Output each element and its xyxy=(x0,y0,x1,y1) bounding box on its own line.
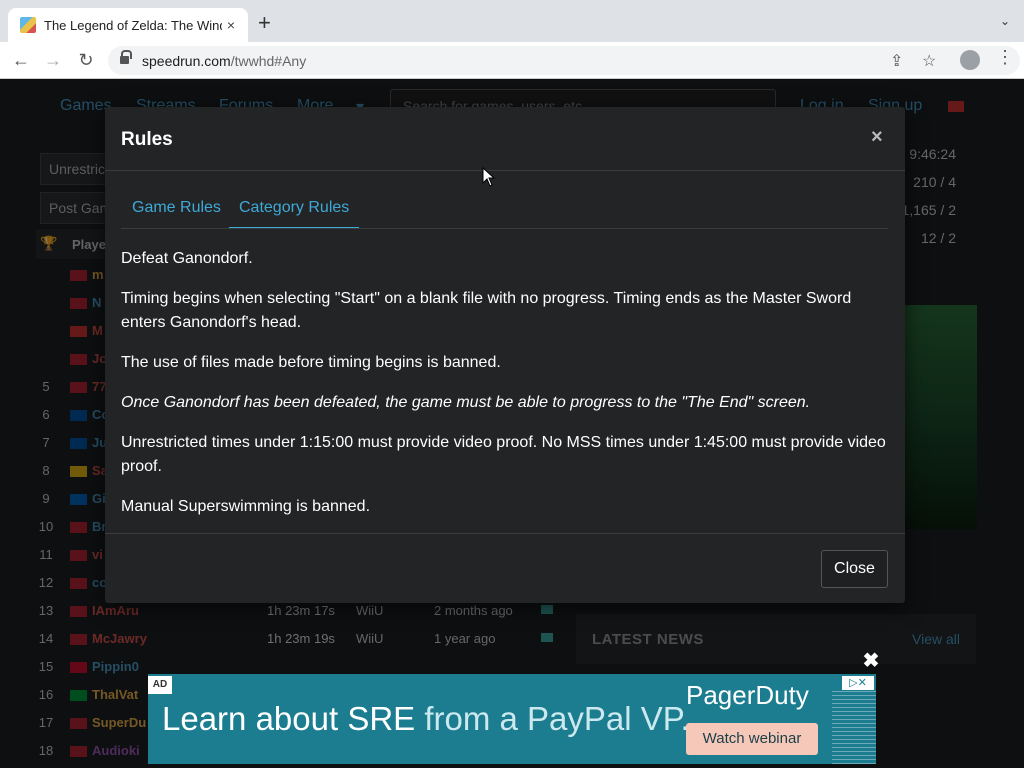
reload-icon[interactable]: ↻ xyxy=(75,49,97,71)
rules-tabs: Game Rules Category Rules xyxy=(121,191,888,229)
tab-search-chevron-icon[interactable]: ⌄ xyxy=(1000,14,1010,28)
rule-text: The use of files made before timing begi… xyxy=(121,354,501,371)
close-button[interactable]: Close xyxy=(821,550,888,588)
tab-strip: The Legend of Zelda: The Wind × + ⌄ xyxy=(0,0,1024,42)
ad-decoration xyxy=(832,690,876,764)
profile-avatar-icon[interactable] xyxy=(960,50,980,70)
ad-headline: Learn about SRE from a PayPal VP. xyxy=(162,700,690,738)
tab-category-rules[interactable]: Category Rules xyxy=(229,199,360,228)
ad-badge: AD xyxy=(148,676,172,694)
rule-text: Manual Superswimming is banned. xyxy=(121,498,371,515)
back-arrow-icon[interactable]: ← xyxy=(10,49,32,71)
url-domain: speedrun.com xyxy=(142,53,231,69)
site-favicon-icon xyxy=(20,17,36,33)
mouse-cursor-icon xyxy=(482,167,496,187)
modal-title: Rules xyxy=(121,129,173,150)
tab-close-icon[interactable]: × xyxy=(222,17,240,33)
watch-webinar-button[interactable]: Watch webinar xyxy=(686,723,818,755)
rule-text: Timing begins when selecting "Start" on … xyxy=(121,290,852,331)
modal-footer: Close xyxy=(105,533,905,603)
ad-headline-part: from a PayPal VP. xyxy=(424,700,690,737)
ad-banner[interactable]: AD Learn about SRE from a PayPal VP. Pag… xyxy=(148,674,876,764)
modal-header: Rules × xyxy=(105,107,905,171)
browser-toolbar: ← → ↻ speedrun.com/twwhd#Any ⇪ ☆ ⋮ xyxy=(0,42,1024,79)
browser-tab[interactable]: The Legend of Zelda: The Wind × xyxy=(8,8,248,42)
rule-text: Defeat Ganondorf. xyxy=(121,250,253,267)
new-tab-button[interactable]: + xyxy=(258,11,271,35)
browser-menu-icon[interactable]: ⋮ xyxy=(996,48,1014,66)
share-icon[interactable]: ⇪ xyxy=(890,51,903,71)
ad-choices-icon[interactable]: ▷✕ xyxy=(842,676,874,690)
tab-game-rules[interactable]: Game Rules xyxy=(122,199,231,227)
ad-close-icon[interactable]: ✖ xyxy=(861,651,881,671)
address-bar[interactable]: speedrun.com/twwhd#Any ⇪ ☆ xyxy=(108,46,1020,75)
url-path: /twwhd#Any xyxy=(230,53,307,69)
ad-headline-part: Learn about SRE xyxy=(162,700,425,737)
close-icon[interactable]: × xyxy=(871,127,883,147)
tab-title: The Legend of Zelda: The Wind xyxy=(44,17,222,33)
forward-arrow-icon[interactable]: → xyxy=(42,49,64,71)
ad-brand-logo: PagerDuty xyxy=(686,680,809,710)
rule-text: Unrestricted times under 1:15:00 must pr… xyxy=(121,434,886,475)
rules-content: Defeat Ganondorf. Timing begins when sel… xyxy=(121,247,889,535)
rules-modal: Rules × Game Rules Category Rules Defeat… xyxy=(105,107,905,603)
bookmark-star-icon[interactable]: ☆ xyxy=(922,51,936,71)
rule-text: Once Ganondorf has been defeated, the ga… xyxy=(121,394,811,411)
url-text: speedrun.com/twwhd#Any xyxy=(142,53,306,69)
lock-icon xyxy=(120,50,132,65)
